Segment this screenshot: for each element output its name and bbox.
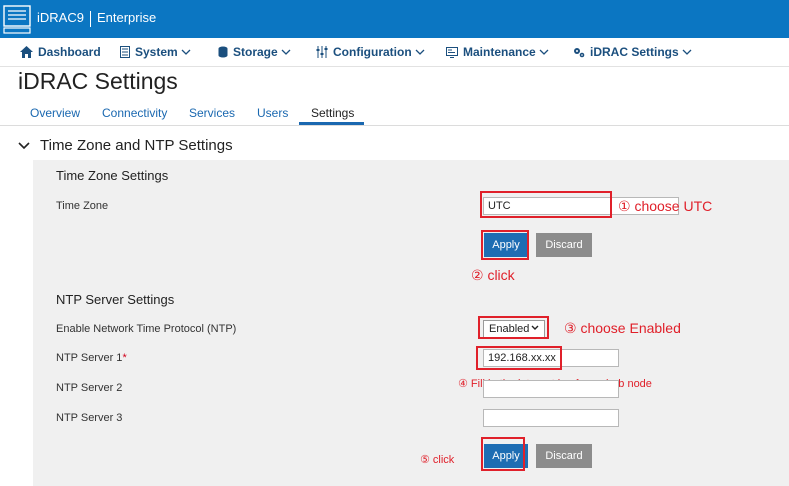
nav-storage[interactable]: Storage bbox=[218, 45, 291, 59]
database-icon bbox=[218, 46, 228, 58]
nav-idrac-settings[interactable]: iDRAC Settings bbox=[573, 45, 692, 59]
tab-settings[interactable]: Settings bbox=[311, 106, 354, 120]
home-icon bbox=[20, 46, 33, 58]
ntp-server2-field[interactable] bbox=[483, 380, 619, 398]
annotation-step5: ⑤ click bbox=[420, 454, 455, 466]
chevron-down-icon bbox=[281, 49, 291, 55]
chevron-down-icon bbox=[415, 49, 425, 55]
timezone-subtitle: Time Zone Settings bbox=[56, 168, 169, 183]
tab-services[interactable]: Services bbox=[189, 106, 235, 120]
annotation-box-enable bbox=[478, 316, 549, 339]
tab-bar: Overview Connectivity Services Users Set… bbox=[0, 103, 789, 126]
annotation-box-timezone bbox=[480, 191, 612, 218]
sliders-icon bbox=[316, 46, 328, 58]
ntp-discard-button[interactable]: Discard bbox=[536, 444, 592, 468]
monitor-icon bbox=[446, 46, 458, 58]
annotation-step1: ① choose UTC bbox=[618, 198, 713, 214]
annotation-step3: ③ choose Enabled bbox=[564, 320, 681, 336]
brand-title: iDRAC9 Enterprise bbox=[37, 10, 156, 27]
nav-maintenance[interactable]: Maintenance bbox=[446, 45, 549, 59]
idrac-logo-icon bbox=[3, 4, 31, 34]
ntp-server3-field[interactable] bbox=[483, 409, 619, 427]
gears-icon bbox=[574, 48, 585, 58]
section-title: Time Zone and NTP Settings bbox=[40, 137, 233, 154]
brand-product: iDRAC9 bbox=[37, 10, 84, 25]
nav-system[interactable]: System bbox=[120, 45, 191, 59]
annotation-box-server1 bbox=[476, 346, 562, 370]
required-marker: * bbox=[122, 352, 127, 364]
ntp-server3-label: NTP Server 3 bbox=[56, 412, 123, 424]
nav-dashboard[interactable]: Dashboard bbox=[20, 45, 101, 59]
main-nav: Dashboard System Storage Configuration M… bbox=[0, 38, 789, 67]
brand-bar: iDRAC9 Enterprise bbox=[0, 0, 789, 38]
annotation-box-apply1 bbox=[481, 230, 529, 260]
annotation-step2: ② click bbox=[471, 267, 515, 283]
chevron-down-icon bbox=[181, 49, 191, 55]
section-toggle[interactable]: Time Zone and NTP Settings bbox=[18, 137, 233, 154]
nav-configuration[interactable]: Configuration bbox=[316, 45, 425, 59]
chevron-down-icon bbox=[539, 49, 549, 55]
page-title: iDRAC Settings bbox=[18, 68, 178, 94]
ntp-server2-label: NTP Server 2 bbox=[56, 382, 123, 394]
server-icon bbox=[120, 46, 130, 58]
chevron-down-icon bbox=[682, 49, 692, 55]
active-tab-indicator bbox=[299, 122, 364, 125]
chevron-down-icon bbox=[18, 141, 30, 149]
tab-users[interactable]: Users bbox=[257, 106, 288, 120]
ntp-subtitle: NTP Server Settings bbox=[56, 292, 175, 307]
timezone-discard-button[interactable]: Discard bbox=[536, 233, 592, 257]
tab-connectivity[interactable]: Connectivity bbox=[102, 106, 167, 120]
timezone-label: Time Zone bbox=[56, 200, 109, 212]
brand-edition: Enterprise bbox=[96, 10, 157, 25]
annotation-box-apply2 bbox=[481, 437, 525, 471]
ntp-enable-label: Enable Network Time Protocol (NTP) bbox=[56, 323, 237, 335]
tab-overview[interactable]: Overview bbox=[30, 106, 80, 120]
ntp-server1-label: NTP Server 1* bbox=[56, 352, 127, 364]
